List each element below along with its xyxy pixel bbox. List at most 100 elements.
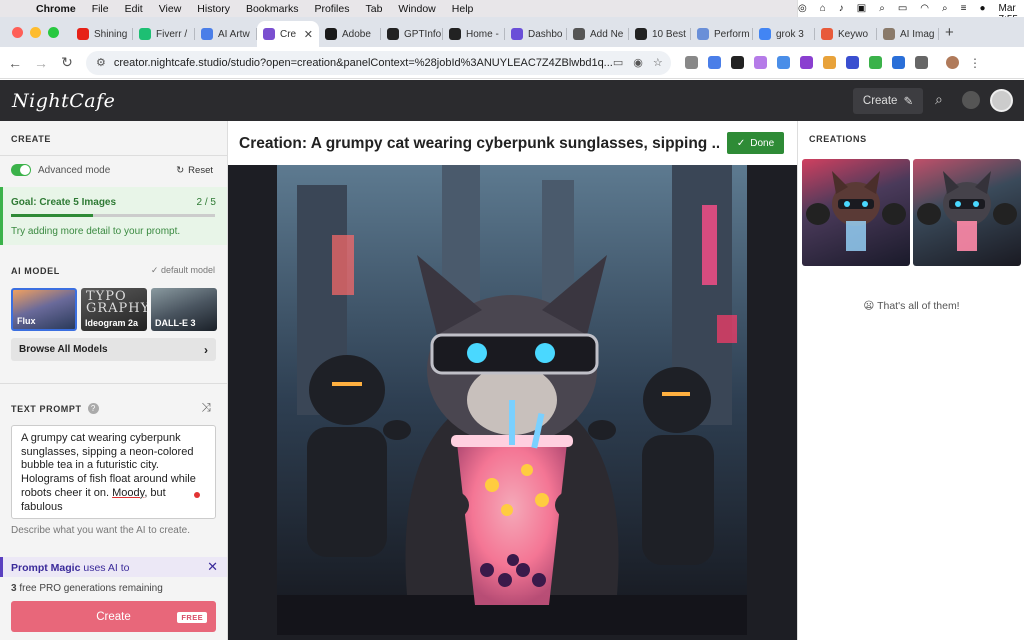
tab-label: Perform bbox=[714, 28, 750, 40]
done-button[interactable]: ✓ Done bbox=[727, 132, 784, 154]
tab-label: Adobe bbox=[342, 28, 371, 40]
create-button[interactable]: Create FREE bbox=[11, 601, 216, 632]
goal-title: Goal: Create 5 Images bbox=[11, 197, 117, 208]
prompt-text: A grumpy cat wearing cyberpunk sunglasse… bbox=[21, 432, 196, 499]
url-text[interactable]: creator.nightcafe.studio/studio?open=cre… bbox=[114, 57, 613, 69]
browser-tab[interactable]: Perform bbox=[691, 21, 753, 47]
menu-bookmarks[interactable]: Bookmarks bbox=[246, 3, 299, 15]
browser-tab[interactable]: Cre ✕ bbox=[257, 21, 319, 47]
nightcafe-logo[interactable]: NightCafe bbox=[12, 90, 115, 112]
minimize-window-button[interactable] bbox=[30, 26, 41, 38]
extension-icon[interactable] bbox=[777, 56, 790, 69]
address-bar[interactable]: ⚙ creator.nightcafe.studio/studio?open=c… bbox=[86, 50, 671, 75]
puzzle-icon[interactable] bbox=[915, 56, 928, 69]
close-tab-icon[interactable]: ✕ bbox=[304, 28, 313, 41]
browser-tab[interactable]: Adobe bbox=[319, 21, 381, 47]
reset-icon: ↻ bbox=[176, 165, 185, 176]
tab-label: Home - bbox=[466, 28, 499, 40]
profile-avatar[interactable] bbox=[946, 56, 959, 69]
notifications-bell-icon[interactable] bbox=[962, 91, 980, 109]
new-tab-button[interactable]: + bbox=[945, 24, 954, 41]
model-card-ideogram[interactable]: TYPO GRAPHY Ideogram 2a bbox=[81, 288, 147, 331]
browser-tab[interactable]: Keywo bbox=[815, 21, 877, 47]
browser-tab[interactable]: grok 3 bbox=[753, 21, 815, 47]
search-icon[interactable]: ⌕ bbox=[942, 3, 948, 14]
more-menu-icon[interactable]: ⋮ bbox=[969, 56, 981, 70]
browser-tab[interactable]: AI Imag bbox=[877, 21, 939, 47]
create-heading: CREATE bbox=[11, 134, 51, 144]
model-picker: Flux TYPO GRAPHY Ideogram 2a DALL-E 3 bbox=[11, 288, 217, 331]
back-button[interactable]: ← bbox=[4, 55, 26, 71]
creations-heading: CREATIONS bbox=[809, 134, 867, 144]
status-icon[interactable]: ♪ bbox=[839, 3, 844, 14]
user-avatar[interactable] bbox=[990, 89, 1013, 112]
bookmark-star-icon[interactable]: ☆ bbox=[653, 56, 663, 69]
status-icon[interactable]: ⌕ bbox=[879, 3, 885, 14]
zoom-window-button[interactable] bbox=[48, 26, 59, 38]
menu-help[interactable]: Help bbox=[452, 3, 474, 15]
extension-icon[interactable] bbox=[800, 56, 813, 69]
browser-tab[interactable]: GPTInfo bbox=[381, 21, 443, 47]
camera-extension-icon[interactable] bbox=[685, 56, 698, 69]
browser-toolbar: ← → ↻ ⚙ creator.nightcafe.studio/studio?… bbox=[0, 47, 1024, 79]
create-button-label: Create bbox=[96, 610, 131, 623]
tab-label: Cre bbox=[280, 28, 297, 40]
app-header: NightCafe Create ✎ ⌕ bbox=[0, 80, 1024, 121]
browser-tab[interactable]: Dashbo bbox=[505, 21, 567, 47]
install-icon[interactable]: ▭ bbox=[613, 56, 623, 69]
status-icon[interactable]: ▣ bbox=[857, 3, 866, 14]
close-icon[interactable]: ✕ bbox=[207, 559, 218, 575]
creation-image[interactable] bbox=[277, 165, 747, 635]
menu-app-name[interactable]: Chrome bbox=[36, 3, 76, 15]
extension-icon[interactable] bbox=[892, 56, 905, 69]
site-info-icon[interactable]: ⚙ bbox=[96, 56, 106, 69]
battery-icon[interactable]: ▭ bbox=[898, 3, 907, 14]
text-prompt-input[interactable]: A grumpy cat wearing cyberpunk sunglasse… bbox=[11, 425, 216, 519]
header-create-button[interactable]: Create ✎ bbox=[853, 88, 923, 114]
menu-tab[interactable]: Tab bbox=[365, 3, 382, 15]
siri-icon[interactable]: ● bbox=[979, 3, 985, 14]
browser-tab[interactable]: AI Artw bbox=[195, 21, 257, 47]
browser-tab[interactable]: Home - bbox=[443, 21, 505, 47]
control-center-icon[interactable]: ≡ bbox=[961, 3, 967, 14]
extension-icon[interactable] bbox=[754, 56, 767, 69]
browser-tab[interactable]: Fiverr / bbox=[133, 21, 195, 47]
reset-button[interactable]: ↻ Reset bbox=[176, 165, 213, 176]
model-card-flux[interactable]: Flux bbox=[11, 288, 77, 331]
extension-icon[interactable] bbox=[869, 56, 882, 69]
extension-icon[interactable] bbox=[731, 56, 744, 69]
shuffle-icon[interactable]: ⤨ bbox=[201, 400, 211, 415]
status-icon[interactable]: ◎ bbox=[798, 3, 807, 14]
menu-profiles[interactable]: Profiles bbox=[314, 3, 349, 15]
reload-button[interactable]: ↻ bbox=[56, 54, 78, 71]
prompt-magic-banner: Prompt Magic uses AI to ✕ bbox=[0, 557, 227, 577]
creation-thumbnail[interactable] bbox=[802, 159, 910, 266]
menu-history[interactable]: History bbox=[197, 3, 230, 15]
extension-icon[interactable] bbox=[708, 56, 721, 69]
model-name: Flux bbox=[17, 316, 36, 326]
menu-file[interactable]: File bbox=[92, 3, 109, 15]
forward-button[interactable]: → bbox=[30, 55, 52, 71]
advanced-mode-toggle[interactable] bbox=[11, 164, 31, 176]
menu-view[interactable]: View bbox=[159, 3, 182, 15]
menu-edit[interactable]: Edit bbox=[125, 3, 143, 15]
browser-tab[interactable]: 10 Best bbox=[629, 21, 691, 47]
pencil-icon: ✎ bbox=[903, 96, 914, 108]
wifi-icon[interactable]: ◠ bbox=[920, 3, 929, 14]
free-badge: FREE bbox=[177, 612, 207, 623]
creation-thumbnail[interactable] bbox=[913, 159, 1021, 266]
help-icon[interactable]: ? bbox=[87, 403, 99, 414]
browser-tab[interactable]: Shining bbox=[71, 21, 133, 47]
prompt-help: Describe what you want the AI to create. bbox=[11, 525, 190, 536]
menu-window[interactable]: Window bbox=[398, 3, 435, 15]
status-icon[interactable]: ⌂ bbox=[820, 3, 826, 14]
eye-off-icon[interactable]: ◉ bbox=[633, 56, 643, 69]
model-card-dalle[interactable]: DALL-E 3 bbox=[151, 288, 217, 331]
close-window-button[interactable] bbox=[12, 26, 23, 38]
search-icon[interactable]: ⌕ bbox=[935, 91, 943, 108]
browse-models-button[interactable]: Browse All Models › bbox=[11, 338, 216, 361]
extension-icon[interactable] bbox=[846, 56, 859, 69]
extension-icon[interactable] bbox=[823, 56, 836, 69]
prompt-magic-title[interactable]: Prompt Magic bbox=[11, 562, 80, 574]
browser-tab[interactable]: Add Ne bbox=[567, 21, 629, 47]
